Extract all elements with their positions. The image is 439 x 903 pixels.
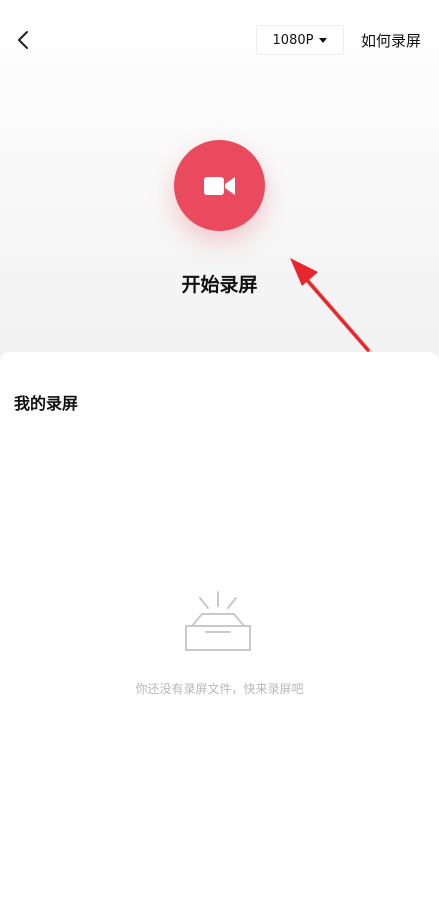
chevron-left-icon: [18, 31, 28, 49]
annotation-arrow-icon: [290, 258, 373, 355]
start-record-button[interactable]: [174, 140, 265, 231]
my-recordings-panel: 我的录屏 你还没有录屏文件，快来录屏吧: [0, 352, 439, 903]
back-button[interactable]: [12, 28, 36, 52]
empty-state-message: 你还没有录屏文件，快来录屏吧: [135, 682, 304, 696]
record-header-area: 1080P 如何录屏 开始录屏: [0, 0, 439, 370]
video-camera-icon: [203, 176, 235, 195]
resolution-select[interactable]: 1080P: [256, 25, 344, 55]
how-to-record-link[interactable]: 如何录屏: [361, 30, 421, 51]
caret-down-icon: [319, 38, 328, 43]
empty-box-icon: [185, 591, 251, 651]
resolution-value: 1080P: [272, 32, 314, 48]
my-recordings-title: 我的录屏: [14, 394, 79, 413]
